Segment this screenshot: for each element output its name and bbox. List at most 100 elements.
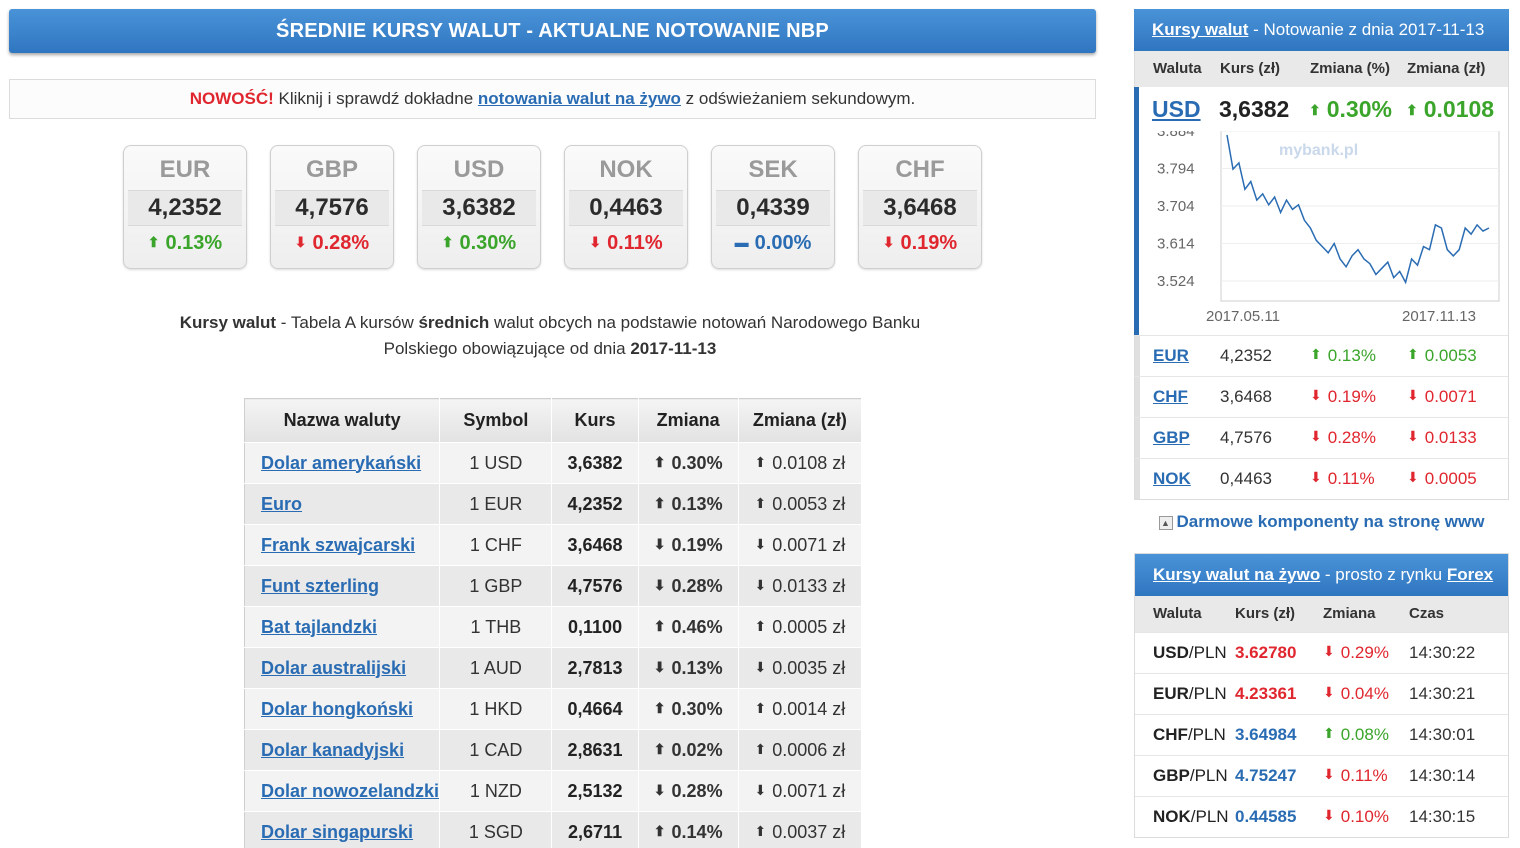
live-change: ⬇ 0.29% [1323, 643, 1389, 662]
arrow-up-icon: ⬆ [441, 234, 454, 250]
symbol-cell: 1 CHF [439, 524, 553, 566]
arrow-up-icon: ⬆ [653, 822, 666, 839]
currency-name-cell: Funt szterling [244, 565, 441, 607]
currency-name-link[interactable]: Dolar singapurski [261, 822, 413, 842]
featured-currency: USD 3,6382 ⬆ 0.30% ⬆ 0.0108 mybank.pl 3.88… [1134, 87, 1509, 335]
currency-tile-eur[interactable]: EUR 4,2352 ⬆ 0.13% [123, 145, 247, 269]
col-name[interactable]: Nazwa waluty [244, 398, 441, 443]
currency-tiles: EUR 4,2352 ⬆ 0.13% GBP 4,7576 ⬇ 0.28% USD 3,… [123, 145, 982, 269]
arrow-up-icon: ⬆ [653, 617, 666, 634]
tile-change: ⬇ 0.28% [294, 232, 370, 254]
arrow-down-icon: ⬇ [754, 576, 767, 593]
table-row: Dolar australijski 1 AUD 2,7813 ⬇ 0.13% ⬇… [244, 647, 863, 689]
change-cell: ⬆ 0.30% [638, 688, 739, 730]
currency-name-link[interactable]: Bat tajlandzki [261, 617, 377, 637]
rates-panel-subtitle: - Notowanie z dnia 2017-11-13 [1248, 20, 1485, 39]
currency-name-link[interactable]: Dolar hongkoński [261, 699, 413, 719]
desc-title: Kursy walut [179, 313, 277, 332]
rate-cell: 2,6711 [551, 811, 639, 848]
rates-panel-row: CHF 3,6468 ⬇ 0.19% ⬇ 0.0071 [1134, 376, 1509, 417]
live-time: 14:30:15 [1409, 807, 1476, 826]
table-description: Kursy walut - Tabela A kursów średnich w… [150, 310, 950, 362]
symbol-cell: 1 USD [439, 442, 553, 484]
currency-name-link[interactable]: Euro [261, 494, 302, 514]
arrow-up-icon: ⬆ [754, 617, 767, 634]
change-pln-cell: ⬇ 0.0071 zł [738, 524, 863, 566]
currency-tile-chf[interactable]: CHF 3,6468 ⬇ 0.19% [858, 145, 982, 269]
col-rate: Kurs (zł) [1235, 605, 1295, 622]
arrow-down-icon: ⬇ [1310, 387, 1322, 403]
currency-name-link[interactable]: Dolar australijski [261, 658, 406, 678]
widget-link-text[interactable]: Darmowe komponenty na stronę www [1177, 512, 1485, 531]
change-pln-cell: ⬇ 0.0071 zł [738, 770, 863, 812]
live-time: 14:30:21 [1409, 684, 1476, 703]
rate-cell: 4,2352 [551, 483, 639, 525]
currency-code-link[interactable]: GBP [1153, 428, 1190, 448]
change-pln-cell: ⬆ 0.0108 zł [738, 442, 863, 484]
currency-tile-sek[interactable]: SEK 0,4339 ▬ 0.00% [711, 145, 835, 269]
currency-name-cell: Euro [244, 483, 441, 525]
live-row: EUR/PLN 4.23361 ⬇ 0.04% 14:30:21 [1135, 673, 1508, 714]
arrow-down-icon: ⬇ [1323, 684, 1335, 700]
arrow-up-icon: ⬆ [1309, 101, 1321, 118]
currency-tile-nok[interactable]: NOK 0,4463 ⬇ 0.11% [564, 145, 688, 269]
arrow-up-icon: ⬆ [1407, 346, 1419, 362]
change-pln-cell: ⬆ 0.0006 zł [738, 729, 863, 771]
live-change: ⬇ 0.11% [1323, 766, 1388, 785]
tile-rate: 3,6382 [422, 190, 536, 226]
tile-code: GBP [305, 156, 358, 183]
arrow-up-icon: ⬆ [147, 234, 160, 250]
arrow-up-icon: ⬆ [754, 453, 767, 470]
change-pct: ⬇ 0.28% [1310, 428, 1376, 447]
live-rates-panel: Kursy walut na żywo - prosto z rynku For… [1134, 553, 1509, 838]
col-change[interactable]: Zmiana [638, 398, 739, 443]
currency-tile-gbp[interactable]: GBP 4,7576 ⬇ 0.28% [270, 145, 394, 269]
forex-link[interactable]: Forex [1447, 565, 1493, 584]
live-panel-header: Kursy walut na żywo - prosto z rynku For… [1135, 554, 1508, 596]
rate-cell: 0,4664 [551, 688, 639, 730]
symbol-cell: 1 THB [439, 606, 553, 648]
currency-name-link[interactable]: Dolar nowozelandzki [261, 781, 439, 801]
caret-up-icon: ▲ [1158, 516, 1173, 530]
news-text-after: z odświeżaniem sekundowym. [680, 89, 916, 108]
col-change-pct: Zmiana (%) [1310, 60, 1391, 77]
live-panel-link[interactable]: Kursy walut na żywo [1153, 565, 1320, 584]
arrow-down-icon: ⬇ [1407, 387, 1419, 403]
rate-cell: 4,7576 [551, 565, 639, 607]
arrow-down-icon: ⬇ [882, 234, 895, 250]
currency-pair: CHF/PLN [1153, 725, 1226, 744]
currency-name-link[interactable]: Frank szwajcarski [261, 535, 415, 555]
arrow-down-icon: ⬇ [1407, 428, 1419, 444]
featured-code-link[interactable]: USD [1152, 96, 1201, 122]
currency-name-link[interactable]: Funt szterling [261, 576, 379, 596]
tile-code: EUR [159, 156, 211, 183]
symbol-cell: 1 AUD [439, 647, 553, 689]
widget-link[interactable]: ▲ Darmowe komponenty na stronę www [1134, 512, 1509, 532]
currency-code-link[interactable]: NOK [1153, 469, 1191, 489]
symbol-cell: 1 CAD [439, 729, 553, 771]
chart-y-tick: 3.704 [1157, 198, 1195, 215]
currency-code-link[interactable]: CHF [1153, 387, 1188, 407]
col-symbol[interactable]: Symbol [439, 398, 553, 443]
tile-rate: 3,6468 [863, 190, 977, 226]
chart-y-tick: 3.794 [1157, 161, 1195, 178]
currency-code-link[interactable]: EUR [1153, 346, 1189, 366]
table-row: Frank szwajcarski 1 CHF 3,6468 ⬇ 0.19% ⬇ 0… [244, 524, 863, 566]
col-rate[interactable]: Kurs [551, 398, 639, 443]
arrow-down-icon: ⬇ [589, 234, 602, 250]
rates-panel-header: Kursy walut - Notowanie z dnia 2017-11-1… [1134, 9, 1509, 51]
currency-name-link[interactable]: Dolar amerykański [261, 453, 421, 473]
table-row: Dolar nowozelandzki 1 NZD 2,5132 ⬇ 0.28% … [244, 770, 863, 812]
col-change-pln[interactable]: Zmiana (zł) [738, 398, 863, 443]
col-currency: Waluta [1153, 605, 1202, 622]
change-pln-cell: ⬇ 0.0035 zł [738, 647, 863, 689]
change-cell: ⬆ 0.13% [638, 483, 739, 525]
chart-y-tick: 3.614 [1157, 236, 1195, 253]
currency-tile-usd[interactable]: USD 3,6382 ⬆ 0.30% [417, 145, 541, 269]
live-rates-link[interactable]: notowania walut na żywo [478, 89, 681, 108]
change-cell: ⬇ 0.28% [638, 770, 739, 812]
currency-name-link[interactable]: Dolar kanadyjski [261, 740, 404, 760]
arrow-down-icon: ⬇ [294, 234, 307, 250]
rates-panel-link[interactable]: Kursy walut [1152, 20, 1248, 39]
desc-date: 2017-11-13 [630, 339, 717, 358]
